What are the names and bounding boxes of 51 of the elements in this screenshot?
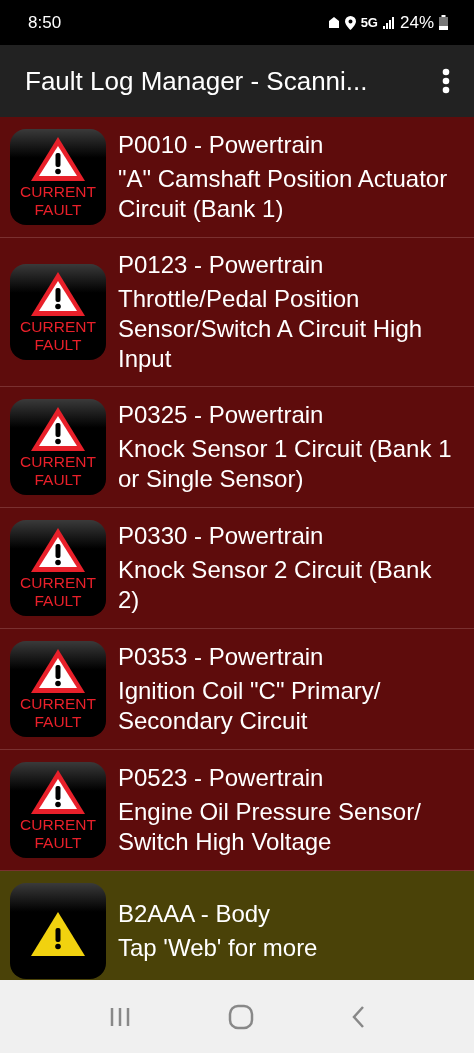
fault-description: "A" Camshaft Position Actuator Circuit (Bank 1): [118, 164, 449, 224]
fault-row[interactable]: B2AAA - Body Tap 'Web' for more: [0, 871, 474, 980]
badge-label: FAULT: [34, 834, 82, 852]
location-icon: [344, 15, 356, 30]
badge-label: FAULT: [34, 713, 82, 731]
badge-label: CURRENT: [20, 318, 96, 336]
badge-label: CURRENT: [20, 816, 96, 834]
fault-row[interactable]: CURRENT FAULT P0010 - Powertrain "A" Camshaft Position Actuator Circuit (Bank 1): [0, 117, 474, 238]
recent-apps-icon[interactable]: [108, 1006, 131, 1027]
fault-row[interactable]: CURRENT FAULT P0353 - Powertrain Ignition Coil "C" Primary/ Secondary Circuit: [0, 629, 474, 750]
home-icon[interactable]: [228, 1003, 254, 1030]
fault-row[interactable]: CURRENT FAULT P0330 - Powertrain Knock Sensor 2 Circuit (Bank 2): [0, 508, 474, 629]
fault-code: P0330 - Powertrain: [118, 521, 325, 551]
badge-label: FAULT: [34, 471, 82, 489]
fault-code: B2AAA - Body: [118, 899, 272, 929]
fault-description: Throttle/Pedal Position Sensor/Switch A Circuit High Input: [118, 284, 424, 374]
fault-description: Knock Sensor 2 Circuit (Bank 2): [118, 555, 433, 615]
fault-description: Tap 'Web' for more: [118, 933, 318, 963]
badge-label: CURRENT: [20, 453, 96, 471]
warning-icon: [29, 647, 87, 695]
home-icon: [327, 16, 340, 29]
fault-code: P0353 - Powertrain: [118, 642, 325, 672]
fault-code: P0523 - Powertrain: [118, 763, 325, 793]
badge-label: FAULT: [34, 592, 82, 610]
back-icon[interactable]: [351, 1004, 366, 1029]
battery-icon: [439, 15, 448, 30]
warning-icon: [29, 135, 87, 183]
badge-label: FAULT: [34, 336, 82, 354]
warning-icon: [29, 270, 87, 318]
app-title: Fault Log Manager - Scanni...: [25, 65, 368, 97]
badge-label: FAULT: [34, 201, 82, 219]
signal-icon: [382, 16, 395, 29]
fault-code: P0010 - Powertrain: [118, 130, 325, 160]
badge-label: CURRENT: [20, 574, 96, 592]
fault-description: Engine Oil Pressure Sensor/ Switch High Voltage: [118, 797, 422, 857]
fault-code: P0123 - Powertrain: [118, 250, 325, 280]
fault-row[interactable]: CURRENT FAULT P0523 - Powertrain Engine Oil Pressure Sensor/ Switch High Voltage: [0, 750, 474, 871]
network-type: 5G: [360, 15, 378, 30]
warning-icon: [29, 405, 87, 453]
warning-icon: [29, 910, 87, 958]
fault-code: P0325 - Powertrain: [118, 400, 325, 430]
badge-label: CURRENT: [20, 695, 96, 713]
battery-percent: 24%: [399, 12, 434, 33]
clock-time: 8:50: [28, 12, 62, 33]
fault-row[interactable]: CURRENT FAULT P0123 - Powertrain Throttle/Pedal Position Sensor/Switch A Circuit High Input: [0, 238, 474, 387]
warning-icon: [29, 526, 87, 574]
fault-row[interactable]: CURRENT FAULT P0325 - Powertrain Knock Sensor 1 Circuit (Bank 1 or Single Sensor): [0, 387, 474, 508]
badge-label: CURRENT: [20, 183, 96, 201]
warning-icon: [29, 768, 87, 816]
fault-description: Ignition Coil "C" Primary/ Secondary Circuit: [118, 676, 382, 736]
fault-description: Knock Sensor 1 Circuit (Bank 1 or Single Sensor): [118, 434, 453, 494]
